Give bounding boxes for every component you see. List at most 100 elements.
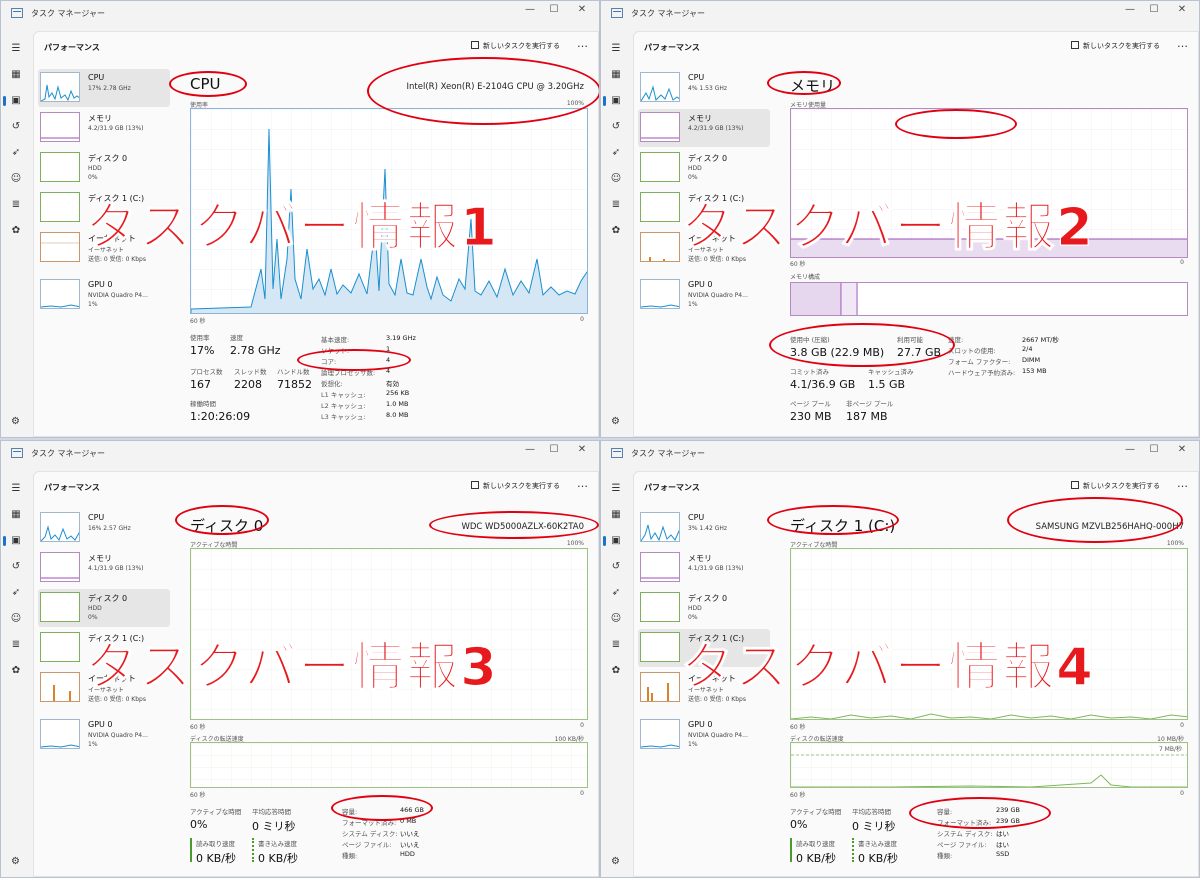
more-options-button[interactable]: …: [577, 37, 588, 50]
details-icon[interactable]: ≣: [610, 639, 622, 651]
details-icon[interactable]: ≣: [10, 199, 22, 211]
sidebar-item-gpu[interactable]: GPU 0 NVIDIA Quadro P4... 1%: [38, 276, 170, 314]
close-button[interactable]: ✕: [573, 4, 591, 15]
startup-apps-icon[interactable]: ➶: [610, 147, 622, 159]
services-icon[interactable]: ✿: [610, 665, 622, 677]
performance-icon[interactable]: ▣: [3, 535, 22, 547]
sidebar-item-disk-0[interactable]: ディスク 0 HDD 0%: [638, 149, 770, 187]
maximize-button[interactable]: ☐: [1145, 444, 1163, 455]
sidebar-item-memory[interactable]: メモリ 4.2/31.9 GB (13%): [638, 109, 770, 147]
annotation-ring: [767, 71, 841, 95]
title-bar[interactable]: タスク マネージャー — ☐ ✕: [1, 441, 599, 465]
sidebar-item-disk-0[interactable]: ディスク 0 HDD 0%: [38, 149, 170, 187]
users-icon[interactable]: ☺: [610, 613, 622, 625]
run-new-task-button[interactable]: 新しいタスクを実行する: [471, 41, 560, 51]
minimize-button[interactable]: —: [1121, 4, 1139, 15]
sidebar-item-label: ディスク 0: [688, 154, 728, 163]
title-bar[interactable]: タスク マネージャー — ☐ ✕: [601, 1, 1199, 25]
close-button[interactable]: ✕: [573, 444, 591, 455]
details-icon[interactable]: ≣: [10, 639, 22, 651]
sidebar-item-memory[interactable]: メモリ 4.1/31.9 GB (13%): [638, 549, 770, 587]
details-icon[interactable]: ≣: [610, 199, 622, 211]
sidebar-item-sub: 4.1/31.9 GB (13%): [88, 565, 144, 572]
sidebar-item-disk-0[interactable]: ディスク 0 HDD 0%: [38, 589, 170, 627]
maximize-button[interactable]: ☐: [545, 444, 563, 455]
nav-rail: ☰ ▦ ▣ ↺ ➶ ☺ ≣ ✿: [1, 31, 31, 437]
users-icon[interactable]: ☺: [610, 173, 622, 185]
startup-apps-icon[interactable]: ➶: [610, 587, 622, 599]
stat-value: 0 KB/秒: [258, 852, 298, 865]
sidebar-item-label: GPU 0: [688, 280, 713, 289]
more-options-button[interactable]: …: [1177, 37, 1188, 50]
app-history-icon[interactable]: ↺: [10, 561, 22, 573]
maximize-button[interactable]: ☐: [1145, 4, 1163, 15]
hamburger-menu-icon[interactable]: ☰: [610, 43, 622, 55]
minimize-button[interactable]: —: [521, 4, 539, 15]
sidebar-item-cpu[interactable]: CPU 3% 1.42 GHz: [638, 509, 770, 547]
disk-thumbnail: [40, 192, 80, 222]
startup-apps-icon[interactable]: ➶: [10, 147, 22, 159]
ethernet-thumbnail: [40, 672, 80, 702]
app-history-icon[interactable]: ↺: [10, 121, 22, 133]
stat-value: 187 MB: [846, 410, 888, 423]
sidebar-item-cpu[interactable]: CPU 17% 2.78 GHz: [38, 69, 170, 107]
processes-icon[interactable]: ▦: [10, 509, 22, 521]
more-options-button[interactable]: …: [1177, 477, 1188, 490]
minimize-button[interactable]: —: [1121, 444, 1139, 455]
app-title: タスク マネージャー: [31, 9, 105, 18]
more-options-button[interactable]: …: [577, 477, 588, 490]
settings-icon[interactable]: ⚙: [11, 416, 20, 427]
annotation-ring: [895, 109, 1017, 139]
settings-icon[interactable]: ⚙: [611, 416, 620, 427]
services-icon[interactable]: ✿: [10, 665, 22, 677]
sidebar-item-disk-0[interactable]: ディスク 0 HDD 0%: [638, 589, 770, 627]
task-manager-icon: [611, 448, 623, 458]
performance-icon[interactable]: ▣: [3, 95, 22, 107]
stat-value: 2208: [234, 378, 262, 391]
maximize-button[interactable]: ☐: [545, 4, 563, 15]
sidebar-item-label: CPU: [688, 73, 705, 82]
app-history-icon[interactable]: ↺: [610, 561, 622, 573]
detail-value: 有効: [386, 380, 399, 388]
cpu-thumbnail: [640, 512, 680, 542]
startup-apps-icon[interactable]: ➶: [10, 587, 22, 599]
users-icon[interactable]: ☺: [10, 173, 22, 185]
settings-icon[interactable]: ⚙: [611, 856, 620, 867]
settings-icon[interactable]: ⚙: [11, 856, 20, 867]
sidebar-item-sub2: 1%: [688, 301, 698, 308]
performance-icon[interactable]: ▣: [603, 535, 622, 547]
processes-icon[interactable]: ▦: [610, 509, 622, 521]
sidebar-item-cpu[interactable]: CPU 4% 1.53 GHz: [638, 69, 770, 107]
sidebar-item-gpu[interactable]: GPU 0 NVIDIA Quadro P4... 1%: [638, 716, 770, 754]
hamburger-menu-icon[interactable]: ☰: [10, 483, 22, 495]
hamburger-menu-icon[interactable]: ☰: [610, 483, 622, 495]
sidebar-item-memory[interactable]: メモリ 4.1/31.9 GB (13%): [38, 549, 170, 587]
run-new-task-label: 新しいタスクを実行する: [1083, 42, 1160, 50]
nav-rail: ☰ ▦ ▣ ↺ ➶ ☺ ≣ ✿: [1, 471, 31, 877]
sidebar-item-memory[interactable]: メモリ 4.2/31.9 GB (13%): [38, 109, 170, 147]
sidebar-item-cpu[interactable]: CPU 16% 2.57 GHz: [38, 509, 170, 547]
run-new-task-button[interactable]: 新しいタスクを実行する: [1071, 481, 1160, 491]
run-new-task-button[interactable]: 新しいタスクを実行する: [1071, 41, 1160, 51]
stat-label: コミット済み: [790, 368, 829, 376]
minimize-button[interactable]: —: [521, 444, 539, 455]
services-icon[interactable]: ✿: [10, 225, 22, 237]
processes-icon[interactable]: ▦: [10, 69, 22, 81]
detail-value: はい: [996, 841, 1009, 849]
users-icon[interactable]: ☺: [10, 613, 22, 625]
processes-icon[interactable]: ▦: [610, 69, 622, 81]
title-bar[interactable]: タスク マネージャー — ☐ ✕: [601, 441, 1199, 465]
sidebar-item-gpu[interactable]: GPU 0 NVIDIA Quadro P4... 1%: [38, 716, 170, 754]
close-button[interactable]: ✕: [1173, 4, 1191, 15]
hamburger-menu-icon[interactable]: ☰: [10, 43, 22, 55]
title-bar[interactable]: タスク マネージャー — ☐ ✕: [1, 1, 599, 25]
write-rate-legend: [852, 838, 854, 862]
sidebar-item-label: ディスク 0: [88, 594, 128, 603]
close-button[interactable]: ✕: [1173, 444, 1191, 455]
app-history-icon[interactable]: ↺: [610, 121, 622, 133]
run-new-task-button[interactable]: 新しいタスクを実行する: [471, 481, 560, 491]
performance-icon[interactable]: ▣: [603, 95, 622, 107]
services-icon[interactable]: ✿: [610, 225, 622, 237]
sidebar-item-gpu[interactable]: GPU 0 NVIDIA Quadro P4... 1%: [638, 276, 770, 314]
stat-label: アクティブな時間: [790, 808, 842, 816]
